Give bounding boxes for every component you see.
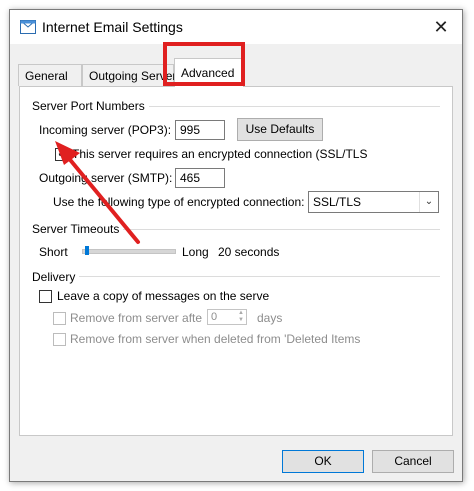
encryption-type-select[interactable]: SSL/TLS ⌄ (308, 191, 439, 213)
cancel-button[interactable]: Cancel (372, 450, 454, 473)
internet-email-settings-dialog: Internet Email Settings ✕ General Outgoi… (9, 9, 463, 482)
remove-after-days-stepper[interactable]: 0 ▲ ▼ (207, 309, 247, 325)
encryption-type-label: Use the following type of encrypted conn… (53, 195, 305, 209)
ok-button[interactable]: OK (282, 450, 364, 473)
timeout-slider-track[interactable] (82, 249, 176, 254)
use-defaults-button[interactable]: Use Defaults (237, 118, 323, 141)
spin-arrows-icon: ▲ ▼ (238, 310, 244, 323)
remove-deleted-label: Remove from server when deleted from 'De… (70, 332, 361, 346)
timeout-value-text: 20 seconds (218, 245, 280, 259)
outgoing-server-label: Outgoing server (SMTP): (39, 171, 173, 185)
ssl-checkbox-label: This server requires an encrypted connec… (72, 147, 368, 161)
group-divider (32, 276, 440, 277)
tab-general[interactable]: General (18, 64, 82, 86)
dialog-footer: OK Cancel (10, 442, 462, 481)
leave-copy-checkbox[interactable] (39, 290, 52, 303)
group-label-server-ports: Server Port Numbers (32, 99, 149, 113)
mail-icon (20, 20, 36, 34)
remove-after-label: Remove from server afte (70, 311, 203, 325)
timeout-short-label: Short (39, 245, 68, 259)
title-bar: Internet Email Settings ✕ (10, 10, 462, 44)
remove-deleted-checkbox[interactable] (53, 333, 66, 346)
outgoing-port-input[interactable]: 465 (175, 168, 225, 188)
chevron-down-icon: ⌄ (419, 192, 438, 212)
group-label-delivery: Delivery (32, 270, 80, 284)
advanced-tab-panel: Server Port Numbers Incoming server (POP… (19, 86, 453, 436)
incoming-server-label: Incoming server (POP3): (39, 123, 172, 137)
ssl-checkbox[interactable]: ✓ (55, 146, 68, 161)
remove-after-checkbox[interactable] (53, 312, 66, 325)
encryption-type-value: SSL/TLS (313, 195, 362, 209)
group-label-server-timeouts: Server Timeouts (32, 222, 124, 236)
remove-after-days-value: 0 (211, 311, 218, 323)
incoming-port-input[interactable]: 995 (175, 120, 225, 140)
window-title: Internet Email Settings (42, 19, 183, 35)
timeout-slider-thumb[interactable] (84, 246, 89, 255)
close-icon[interactable]: ✕ (430, 16, 452, 38)
tab-outgoing-server[interactable]: Outgoing Server (82, 64, 176, 86)
annotation-highlight-box (163, 42, 245, 86)
checkmark-icon: ✓ (57, 146, 68, 160)
leave-copy-label: Leave a copy of messages on the serve (57, 289, 270, 303)
timeout-long-label: Long (182, 245, 209, 259)
days-label: days (257, 311, 283, 325)
